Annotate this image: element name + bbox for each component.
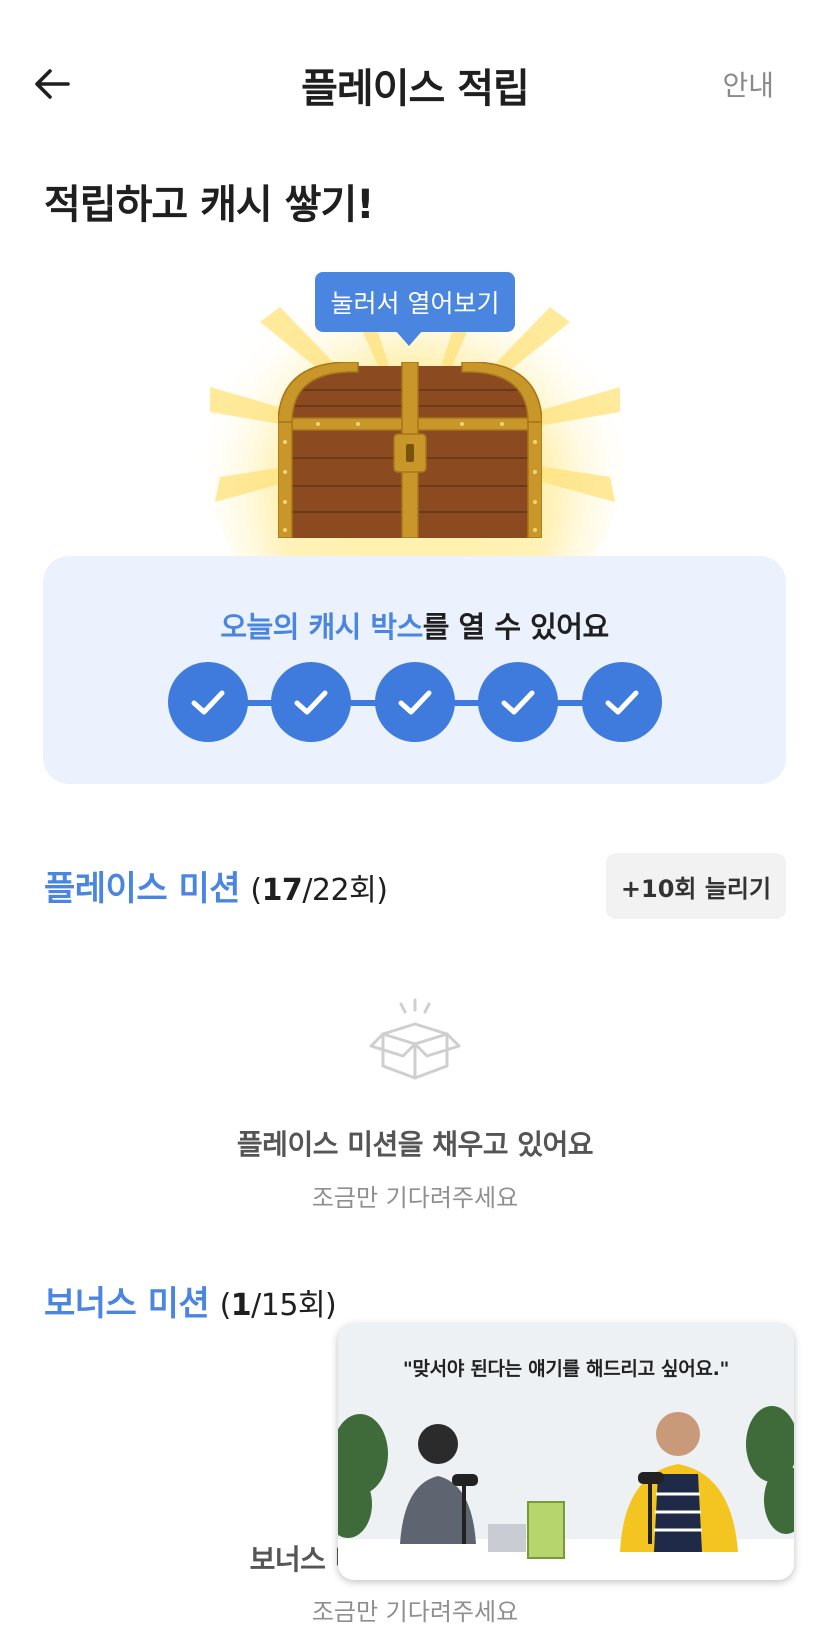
place-empty-subtitle: 조금만 기다려주세요 <box>311 1184 519 1212</box>
main-heading: 적립하고 캐시 쌓기! <box>44 182 374 228</box>
app-header: 플레이스 적립 안내 <box>0 0 830 160</box>
place-mission-header: 플레이스 미션 (17/22회) +10회 늘리기 <box>44 853 786 923</box>
place-mission-count: (17/22회) <box>250 873 388 908</box>
count-open: ( <box>250 873 262 908</box>
step-check-icon <box>375 662 455 742</box>
video-scene <box>338 1384 794 1580</box>
count-open: ( <box>219 1288 232 1323</box>
bonus-mission-title: 보너스 미션 (1/15회) <box>44 1276 337 1325</box>
count-total: /15회) <box>251 1288 337 1323</box>
bonus-empty-subtitle: 조금만 기다려주세요 <box>311 1598 519 1626</box>
place-mission-name: 플레이스 미션 <box>44 869 241 909</box>
treasure-chest-icon <box>278 362 542 538</box>
cash-box-message: 오늘의 캐시 박스를 열 수 있어요 <box>43 604 786 646</box>
step-check-icon <box>478 662 558 742</box>
tooltip-label: 눌러서 열어보기 <box>330 289 500 318</box>
treasure-chest-button[interactable]: 눌러서 열어보기 <box>190 262 640 562</box>
count-done: 1 <box>230 1288 252 1323</box>
cash-box-card: 오늘의 캐시 박스를 열 수 있어요 <box>43 556 786 784</box>
bonus-mission-name: 보너스 미션 <box>44 1284 210 1324</box>
place-empty-title: 플레이스 미션을 채우고 있어요 <box>236 1128 594 1161</box>
open-tooltip[interactable]: 눌러서 열어보기 <box>315 272 515 346</box>
bonus-mission-count: (1/15회) <box>220 1288 337 1323</box>
floating-video-player[interactable]: "맞서야 된다는 얘기를 해드리고 싶어요." <box>338 1324 794 1580</box>
step-check-icon <box>582 662 662 742</box>
tooltip-arrow <box>395 330 423 346</box>
step-check-icon <box>168 662 248 742</box>
cash-box-highlight: 오늘의 캐시 박스 <box>220 610 423 644</box>
count-done: 17 <box>261 873 303 908</box>
place-mission-title: 플레이스 미션 (17/22회) <box>44 861 388 910</box>
count-total: /22회) <box>302 873 388 908</box>
page-title: 플레이스 적립 <box>301 66 530 112</box>
step-check-icon <box>271 662 351 742</box>
progress-steps <box>168 662 662 742</box>
empty-box-icon <box>369 998 461 1080</box>
guide-link[interactable]: 안내 <box>722 64 774 104</box>
add-10-button[interactable]: +10회 늘리기 <box>606 853 786 919</box>
cash-box-rest: 를 열 수 있어요 <box>422 610 609 644</box>
